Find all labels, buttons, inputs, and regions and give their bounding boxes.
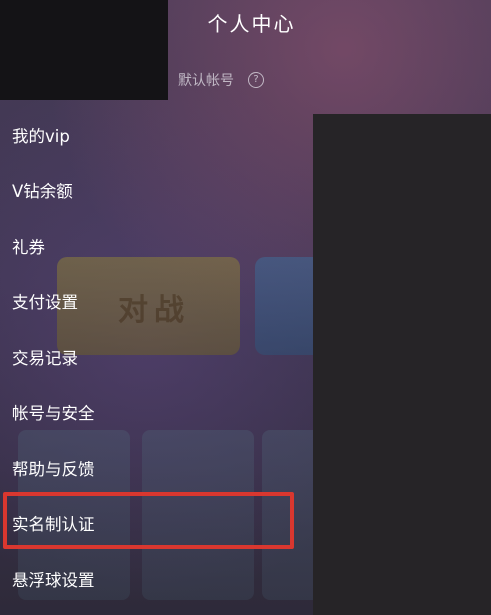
menu-item-label: 交易记录 — [12, 348, 78, 368]
menu-item-my-vip[interactable]: 我的vip — [0, 107, 313, 163]
menu-item-label: V钻余额 — [12, 182, 73, 202]
menu-item-v-diamond-balance[interactable]: V钻余额 — [0, 163, 313, 219]
menu-item-label: 悬浮球设置 — [12, 570, 95, 590]
redacted-panel — [313, 114, 491, 615]
menu-item-label: 我的vip — [12, 126, 70, 146]
menu-item-payment-settings[interactable]: 支付设置 — [0, 274, 313, 330]
menu-item-account-security[interactable]: 帐号与安全 — [0, 385, 313, 441]
menu-item-label: 实名制认证 — [12, 515, 95, 535]
menu-item-label: 支付设置 — [12, 293, 78, 313]
menu-item-label: 礼券 — [12, 237, 45, 257]
menu-item-floating-ball-settings[interactable]: 悬浮球设置 — [0, 551, 313, 607]
menu-item-coupons[interactable]: 礼券 — [0, 218, 313, 274]
menu-item-help-feedback[interactable]: 帮助与反馈 — [0, 440, 313, 496]
default-account-label: 默认帐号 — [178, 73, 234, 89]
menu-item-real-name-verification[interactable]: 实名制认证 — [0, 496, 313, 552]
personal-center-menu: 我的vip V钻余额 礼券 支付设置 交易记录 帐号与安全 帮助与反馈 实名制认… — [0, 107, 313, 607]
menu-item-label: 帐号与安全 — [12, 404, 95, 424]
menu-item-transaction-records[interactable]: 交易记录 — [0, 329, 313, 385]
help-icon-glyph: ? — [253, 74, 259, 85]
page-title-text: 个人中心 — [207, 12, 296, 36]
menu-item-label: 帮助与反馈 — [12, 459, 95, 479]
question-circle-icon[interactable]: ? — [248, 72, 264, 88]
personal-center-screen: 对战 个人中心 默认帐号 ? 我的vip V钻余额 礼券 支付设置 交易记录 帐… — [0, 0, 491, 615]
redacted-avatar-area — [0, 0, 168, 100]
account-row: 默认帐号 ? — [178, 70, 264, 90]
